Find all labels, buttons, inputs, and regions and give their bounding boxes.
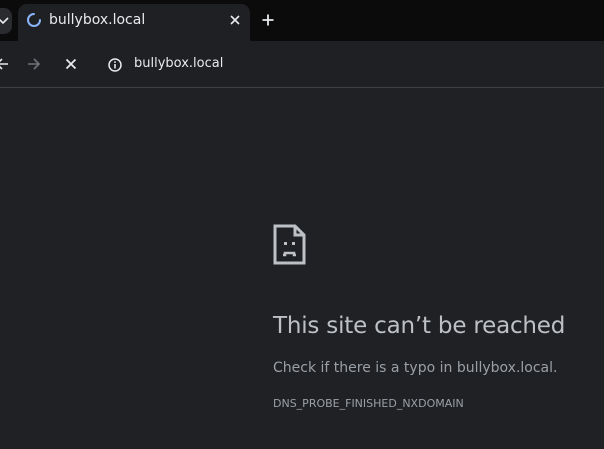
stop-loading-button[interactable] — [63, 56, 79, 72]
loading-spinner-icon — [27, 13, 41, 27]
error-title: This site can’t be reached — [273, 313, 566, 339]
tab-title: bullybox.local — [49, 12, 146, 28]
tab-search-button[interactable] — [0, 8, 12, 34]
arrow-right-icon[interactable] — [26, 56, 42, 72]
arrow-left-icon[interactable] — [0, 56, 10, 72]
info-icon[interactable] — [107, 57, 123, 73]
plus-icon[interactable] — [261, 13, 275, 27]
browser-tab[interactable]: bullybox.local — [18, 4, 250, 41]
sad-document-icon — [273, 224, 306, 265]
close-icon[interactable] — [228, 13, 242, 27]
url-text[interactable]: bullybox.local — [134, 56, 223, 71]
browser-toolbar: bullybox.local — [0, 41, 604, 88]
tab-strip: bullybox.local — [0, 0, 604, 41]
error-page: This site can’t be reached Check if ther… — [0, 88, 604, 449]
address-bar[interactable]: bullybox.local — [98, 48, 604, 81]
error-description: Check if there is a typo in bullybox.loc… — [273, 360, 558, 376]
chevron-down-icon — [0, 17, 9, 25]
error-code: DNS_PROBE_FINISHED_NXDOMAIN — [273, 397, 464, 410]
